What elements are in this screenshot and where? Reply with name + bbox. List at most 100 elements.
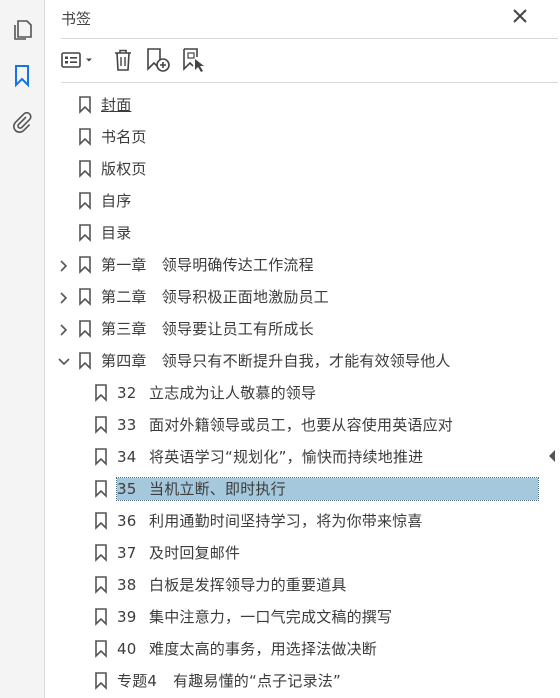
bookmark-icon [78,288,92,306]
bookmark-row[interactable]: 第一章 领导明确传达工作流程 [45,249,560,281]
bookmark-row[interactable]: 33 面对外籍领导或员工，也要从容使用英语应对 [45,409,560,441]
bookmark-icon [94,640,108,658]
bookmark-row[interactable]: 34 将英语学习“规划化”，愉快而持续地推进 [45,441,560,473]
bookmark-label[interactable]: 36 利用通勤时间坚持学习，将为你带来惊喜 [117,510,423,532]
bookmark-title: 立志成为让人敬慕的领导 [149,384,317,402]
bookmark-title: 面对外籍领导或员工，也要从容使用英语应对 [149,416,454,434]
bookmark-label[interactable]: 40 难度太高的事务，用选择法做决断 [117,638,377,660]
bookmark-title: 第四章 领导只有不断提升自我，才能有效领导他人 [101,352,451,370]
bookmark-label[interactable]: 第一章 领导明确传达工作流程 [101,254,314,276]
bookmark-row[interactable]: 目录 [45,217,560,249]
bookmark-number: 38 [117,576,137,594]
bookmark-icon [78,128,92,146]
bookmark-row[interactable]: 35 当机立断、即时执行 [45,473,560,505]
bookmark-icon [94,384,108,402]
bookmark-number: 37 [117,544,137,562]
bookmark-row[interactable]: 封面 [45,89,560,121]
bookmark-label[interactable]: 37 及时回复邮件 [117,542,240,564]
bookmark-row[interactable]: 36 利用通勤时间坚持学习，将为你带来惊喜 [45,505,560,537]
bookmark-number: 35 [117,480,137,498]
bookmark-title: 及时回复邮件 [149,544,241,562]
bookmark-number: 专题4 [117,672,158,690]
bookmark-label[interactable]: 39 集中注意力，一口气完成文稿的撰写 [117,606,392,628]
bookmark-icon [94,672,108,690]
close-icon[interactable] [510,6,530,26]
bookmark-label[interactable]: 自序 [101,190,131,212]
bookmark-icon [78,192,92,210]
bookmark-row[interactable]: 版权页 [45,153,560,185]
bookmark-row[interactable]: 39 集中注意力，一口气完成文稿的撰写 [45,601,560,633]
bookmark-title: 将英语学习“规划化”，愉快而持续地推进 [149,448,424,466]
chevron-right-icon[interactable] [57,258,71,272]
bookmark-label[interactable]: 专题4 有趣易懂的“点子记录法” [117,670,341,692]
bookmark-row[interactable]: 第二章 领导积极正面地激励员工 [45,281,560,313]
bookmark-title: 自序 [101,192,132,210]
bookmark-title: 书名页 [101,128,147,146]
attachments-icon[interactable] [10,110,34,134]
bookmark-label[interactable]: 书名页 [101,126,147,148]
bookmark-title: 第三章 领导要让员工有所成长 [101,320,314,338]
bookmark-label[interactable]: 34 将英语学习“规划化”，愉快而持续地推进 [117,446,423,468]
bookmark-label[interactable]: 33 面对外籍领导或员工，也要从容使用英语应对 [117,414,453,436]
options-menu-icon[interactable] [59,46,99,74]
bookmark-title: 第二章 领导积极正面地激励员工 [101,288,330,306]
collapse-panel-arrow-icon[interactable] [548,448,556,462]
bookmark-number: 40 [117,640,137,658]
bookmark-number: 32 [117,384,137,402]
bookmark-icon [78,96,92,114]
panel-title: 书签 [61,10,92,28]
bookmark-label[interactable]: 封面 [101,94,131,116]
bookmark-title: 当机立断、即时执行 [149,480,286,498]
bookmark-number: 36 [117,512,137,530]
bookmark-number: 34 [117,448,137,466]
bookmark-row[interactable]: 第三章 领导要让员工有所成长 [45,313,560,345]
bookmarks-icon[interactable] [10,64,34,88]
bookmark-icon [94,480,108,498]
bookmark-icon [78,224,92,242]
bookmark-number: 33 [117,416,137,434]
bookmark-title: 第一章 领导明确传达工作流程 [101,256,314,274]
delete-bookmark-icon[interactable] [111,46,135,74]
bookmark-title: 白板是发挥领导力的重要道具 [149,576,347,594]
chevron-down-icon[interactable] [57,354,71,368]
chevron-right-icon[interactable] [57,290,71,304]
bookmark-icon [78,352,92,370]
bookmark-row[interactable]: 第四章 领导只有不断提升自我，才能有效领导他人 [45,345,560,377]
pages-icon[interactable] [10,18,34,42]
bookmark-title: 难度太高的事务，用选择法做决断 [149,640,378,658]
bookmark-label[interactable]: 38 白板是发挥领导力的重要道具 [117,574,347,596]
bookmark-icon [94,608,108,626]
bookmark-title: 利用通勤时间坚持学习，将为你带来惊喜 [149,512,423,530]
bookmark-title: 版权页 [101,160,147,178]
bookmark-title: 集中注意力，一口气完成文稿的撰写 [149,608,393,626]
bookmark-label[interactable]: 目录 [101,222,131,244]
bookmark-icon [94,416,108,434]
bookmark-icon [94,544,108,562]
bookmark-icon [78,160,92,178]
bookmark-row[interactable]: 32 立志成为让人敬慕的领导 [45,377,560,409]
bookmark-label[interactable]: 版权页 [101,158,147,180]
bookmark-icon [94,512,108,530]
toolbar-divider [61,82,558,83]
new-bookmark-from-structure-icon[interactable] [181,46,207,74]
chevron-right-icon[interactable] [57,322,71,336]
bookmark-row[interactable]: 专题4 有趣易懂的“点子记录法” [45,665,560,697]
bookmark-label[interactable]: 35 当机立断、即时执行 [116,477,539,501]
bookmark-icon [94,448,108,466]
bookmark-label[interactable]: 第二章 领导积极正面地激励员工 [101,286,329,308]
bookmark-row[interactable]: 书名页 [45,121,560,153]
bookmark-row[interactable]: 38 白板是发挥领导力的重要道具 [45,569,560,601]
bookmark-label[interactable]: 第三章 领导要让员工有所成长 [101,318,314,340]
bookmark-title: 封面 [101,96,132,114]
bookmark-row[interactable]: 40 难度太高的事务，用选择法做决断 [45,633,560,665]
bookmark-title: 目录 [101,224,132,242]
bookmark-label[interactable]: 32 立志成为让人敬慕的领导 [117,382,316,404]
bookmark-row[interactable]: 自序 [45,185,560,217]
bookmark-row[interactable]: 37 及时回复邮件 [45,537,560,569]
bookmark-label[interactable]: 第四章 领导只有不断提升自我，才能有效领导他人 [101,350,451,372]
title-divider [61,38,558,39]
bookmark-icon [94,576,108,594]
new-bookmark-icon[interactable] [145,46,171,74]
bookmark-icon [78,320,92,338]
navigation-rail [0,0,45,698]
